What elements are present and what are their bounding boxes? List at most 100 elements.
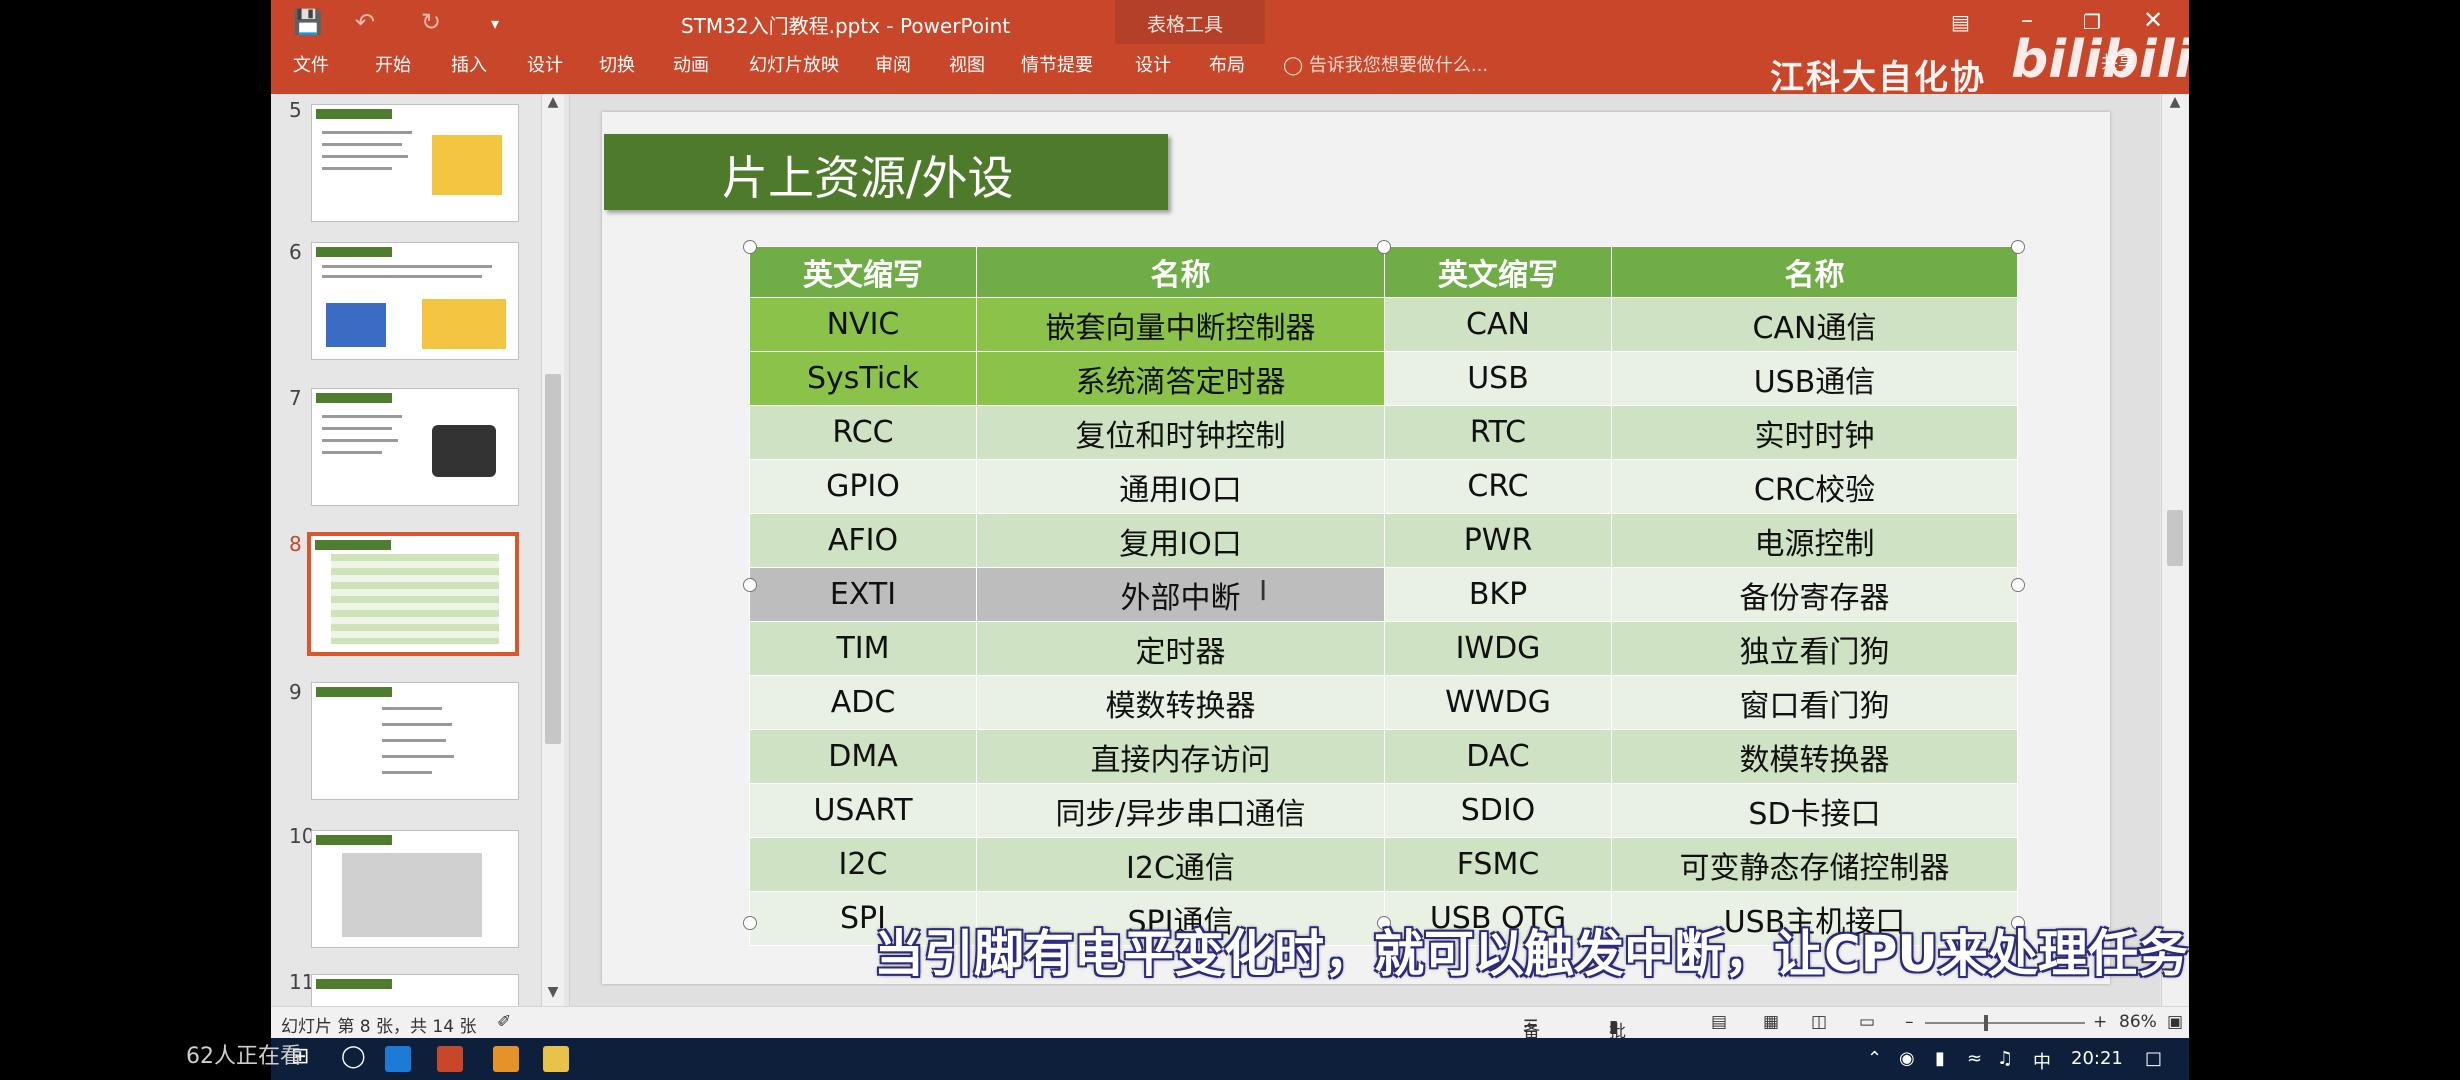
abbr-cell[interactable]: TIM [749,621,977,676]
abbr-cell[interactable]: WWDG [1384,675,1612,730]
tab-review[interactable]: 审阅 [875,51,911,77]
slide-thumbnail[interactable] [311,974,519,1008]
name-cell[interactable]: 复用IO口 [976,513,1385,568]
name-cell[interactable]: 通用IO口 [976,459,1385,514]
slide-canvas[interactable]: 片上资源/外设 英文缩写 名称 英文缩写 名称 NVIC 嵌套向量中断控制器 CAN… [602,112,2110,984]
tab-animations[interactable]: 动画 [673,51,709,77]
slide-thumbnail-active[interactable] [307,532,519,656]
table-row[interactable]: ADC 模数转换器 WWDG 窗口看门狗 [749,675,2018,730]
task-view-icon[interactable]: ◯ [341,1044,366,1069]
zoom-slider-knob[interactable] [1984,1015,1988,1031]
abbr-cell[interactable]: USB [1384,351,1612,406]
tab-table-layout[interactable]: 布局 [1209,51,1245,77]
customize-icon[interactable]: ▾ [491,14,499,33]
save-icon[interactable]: 💾 [293,8,323,36]
spell-check-icon[interactable]: ✐ [497,1012,511,1032]
name-cell[interactable]: 直接内存访问 [976,729,1385,784]
zoom-in-icon[interactable]: + [2093,1012,2107,1032]
reading-view-icon[interactable]: ◫ [1811,1012,1827,1032]
slideshow-icon[interactable]: ▭ [1859,1012,1875,1032]
name-cell[interactable]: 同步/异步串口通信 [976,783,1385,838]
name-cell[interactable]: 模数转换器 [976,675,1385,730]
tray-chevron-icon[interactable]: ⌃ [1867,1048,1882,1069]
table-row[interactable]: USART 同步/异步串口通信 SDIO SD卡接口 [749,783,2018,838]
abbr-cell[interactable]: RCC [749,405,977,460]
notification-icon[interactable]: □ [2145,1048,2162,1069]
name-cell[interactable]: 备份寄存器 [1611,567,2018,622]
file-explorer-icon[interactable] [543,1046,569,1072]
scroll-down-icon[interactable]: ▼ [545,984,561,1000]
resize-handle[interactable] [1377,240,1391,254]
tab-storyboarding[interactable]: 情节提要 [1021,51,1093,77]
clock[interactable]: 20:21 [2071,1048,2123,1069]
abbr-cell[interactable]: EXTI [749,567,977,622]
name-cell[interactable]: 可变静态存储控制器 [1611,837,2018,892]
table-row[interactable]: DMA 直接内存访问 DAC 数模转换器 [749,729,2018,784]
resize-handle[interactable] [2011,240,2025,254]
tab-slideshow[interactable]: 幻灯片放映 [749,51,839,77]
name-cell[interactable]: 定时器 [976,621,1385,676]
abbr-cell[interactable]: RTC [1384,405,1612,460]
resize-handle[interactable] [743,916,757,930]
name-cell[interactable]: I2C通信 [976,837,1385,892]
scroll-up-icon[interactable]: ▲ [545,94,561,110]
name-cell[interactable]: CRC校验 [1611,459,2018,514]
peripheral-table[interactable]: 英文缩写 名称 英文缩写 名称 NVIC 嵌套向量中断控制器 CAN CAN通信 Sys… [749,246,2018,946]
tab-file[interactable]: 文件 [293,51,329,77]
zoom-out-icon[interactable]: – [1905,1012,1914,1032]
slide-thumbnail[interactable] [311,388,519,506]
normal-view-icon[interactable]: ▤ [1711,1012,1727,1032]
fit-slide-icon[interactable]: ▣ [2167,1012,2183,1032]
scrollbar-thumb[interactable] [2167,510,2183,566]
resize-handle[interactable] [743,578,757,592]
ime-indicator[interactable]: 中 [2033,1048,2051,1074]
abbr-cell[interactable]: AFIO [749,513,977,568]
name-cell[interactable]: 外部中断 [976,567,1385,622]
scrollbar-thumb[interactable] [545,374,561,744]
redo-icon[interactable]: ↻ [421,8,441,36]
slide-thumbnail[interactable] [311,242,519,360]
tab-transitions[interactable]: 切换 [599,51,635,77]
zoom-level[interactable]: 86% [2119,1012,2157,1032]
abbr-cell[interactable]: NVIC [749,297,977,352]
abbr-cell[interactable]: I2C [749,837,977,892]
name-cell[interactable]: 系统滴答定时器 [976,351,1385,406]
abbr-cell[interactable]: DMA [749,729,977,784]
name-cell[interactable]: 窗口看门狗 [1611,675,2018,730]
undo-icon[interactable]: ↶ [355,8,375,36]
scroll-up-icon[interactable]: ▲ [2167,94,2183,110]
table-row[interactable]: SysTick 系统滴答定时器 USB USB通信 [749,351,2018,406]
name-cell[interactable]: 复位和时钟控制 [976,405,1385,460]
name-cell[interactable]: 独立看门狗 [1611,621,2018,676]
table-row[interactable]: I2C I2C通信 FSMC 可变静态存储控制器 [749,837,2018,892]
slide-thumbnail[interactable] [311,830,519,948]
slide-thumbnail[interactable] [311,682,519,800]
table-row[interactable]: NVIC 嵌套向量中断控制器 CAN CAN通信 [749,297,2018,352]
table-row[interactable]: EXTI 外部中断 BKP 备份寄存器 [749,567,2018,622]
slide-title-box[interactable]: 片上资源/外设 [604,134,1168,210]
abbr-cell[interactable]: SDIO [1384,783,1612,838]
tab-table-design[interactable]: 设计 [1135,51,1171,77]
app-icon[interactable] [493,1046,519,1072]
name-cell[interactable]: 实时时钟 [1611,405,2018,460]
slide-scrollbar[interactable]: ▲ [2161,94,2188,1006]
slide-thumbnail[interactable] [311,104,519,222]
name-cell[interactable]: 数模转换器 [1611,729,2018,784]
abbr-cell[interactable]: IWDG [1384,621,1612,676]
zoom-slider[interactable] [1925,1022,2085,1024]
abbr-cell[interactable]: BKP [1384,567,1612,622]
name-cell[interactable]: SD卡接口 [1611,783,2018,838]
slide-sorter-icon[interactable]: ▦ [1763,1012,1779,1032]
tab-insert[interactable]: 插入 [451,51,487,77]
tab-view[interactable]: 视图 [949,51,985,77]
tell-me-box[interactable]: ◯ 告诉我您想要做什么... [1283,51,1488,77]
abbr-cell[interactable]: FSMC [1384,837,1612,892]
name-cell[interactable]: 嵌套向量中断控制器 [976,297,1385,352]
table-row[interactable]: TIM 定时器 IWDG 独立看门狗 [749,621,2018,676]
edge-icon[interactable] [385,1046,411,1072]
abbr-cell[interactable]: CRC [1384,459,1612,514]
abbr-cell[interactable]: ADC [749,675,977,730]
resize-handle[interactable] [2011,578,2025,592]
abbr-cell[interactable]: PWR [1384,513,1612,568]
battery-icon[interactable]: ▮ [1935,1048,1945,1069]
